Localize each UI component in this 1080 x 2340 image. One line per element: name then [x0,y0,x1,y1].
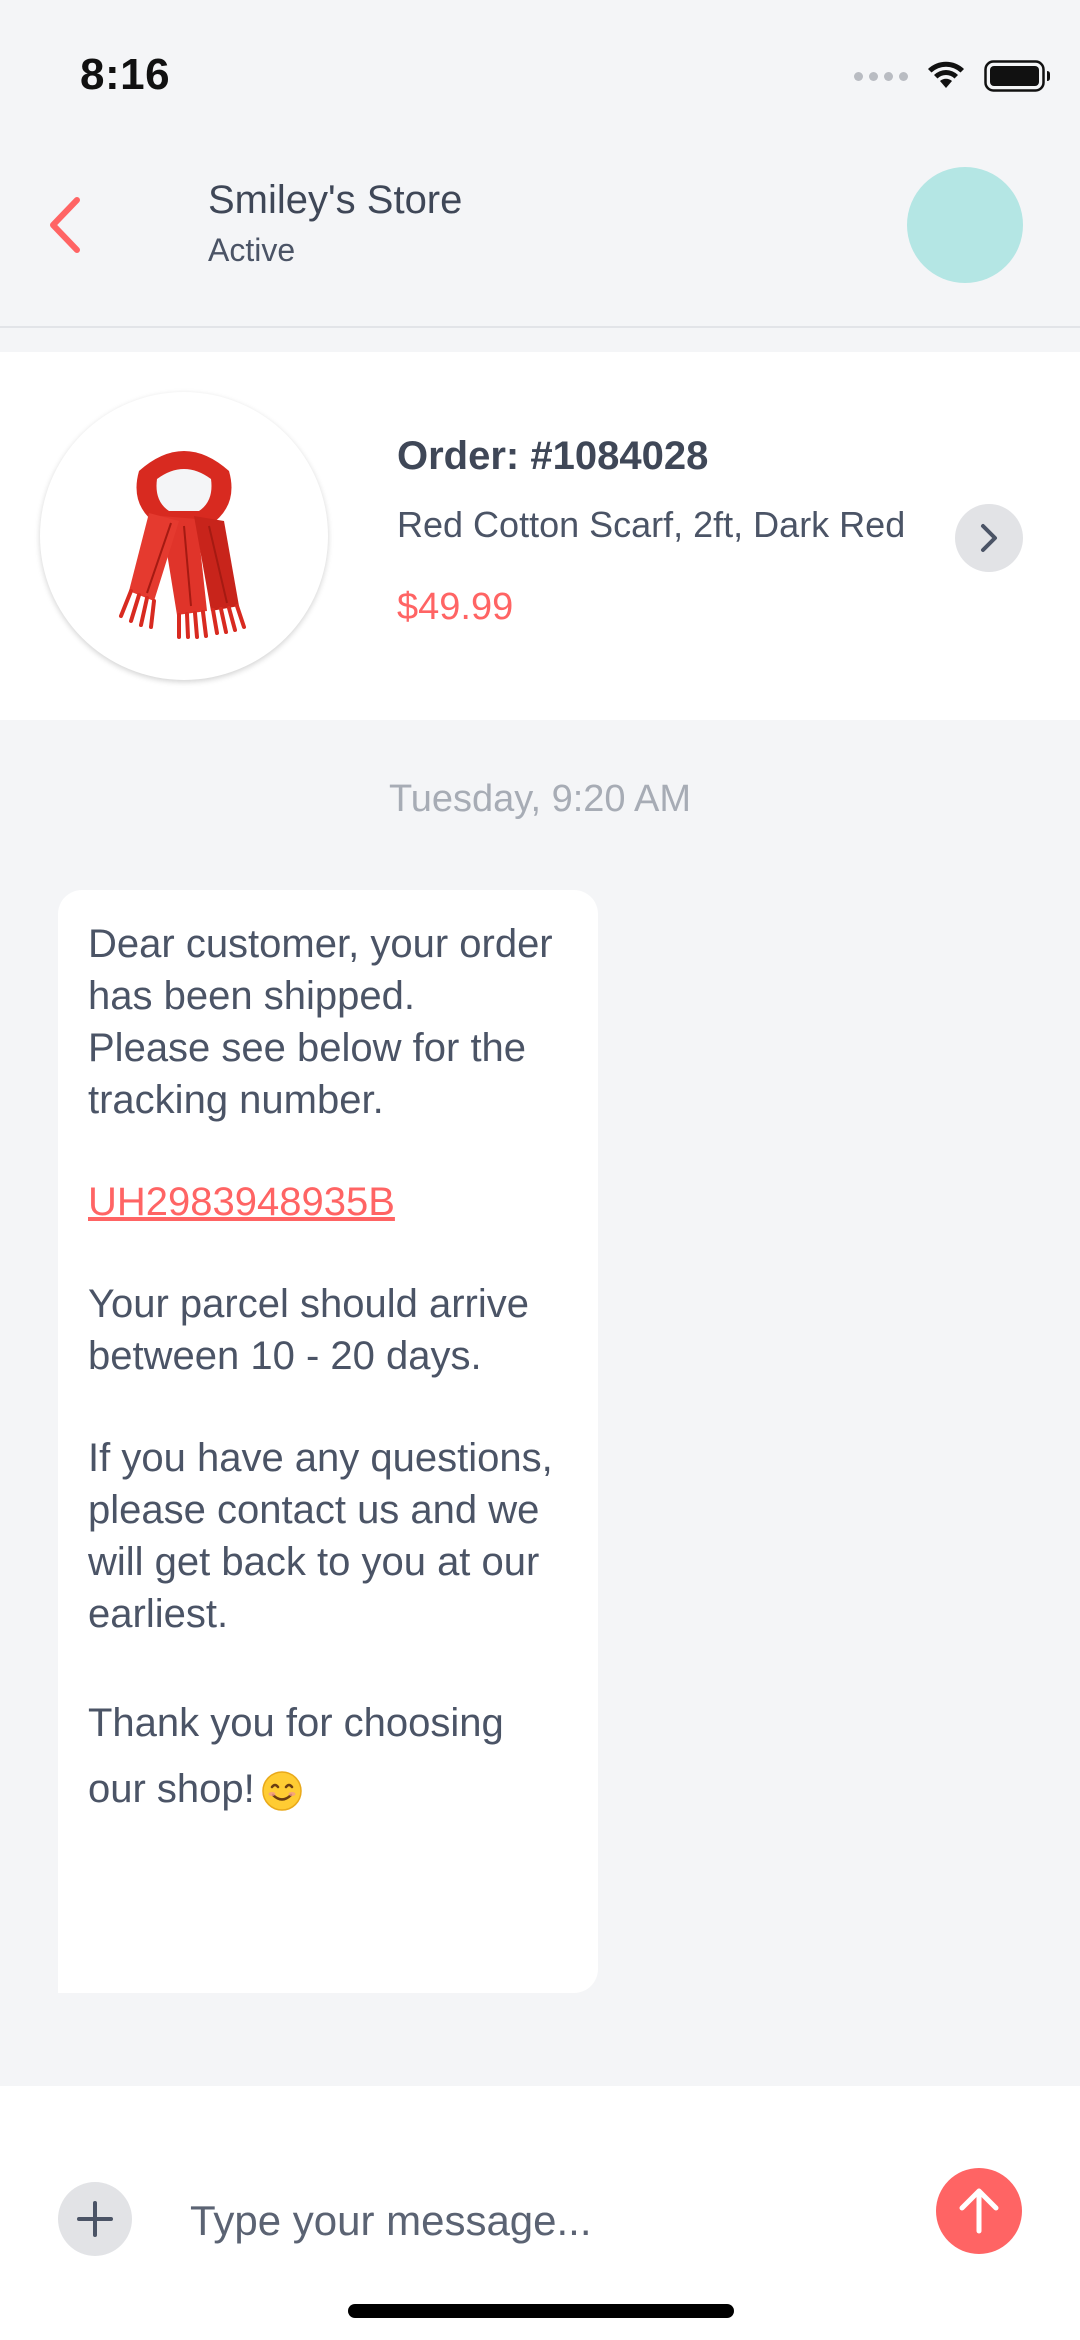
order-price: $49.99 [397,586,514,628]
arrow-up-icon [959,2188,999,2234]
chat-header: Smiley's Store Active [0,150,1080,328]
signal-icon [854,71,908,81]
message-text: If you have any questions, please contac… [88,1436,553,1636]
order-details-button[interactable] [955,504,1023,572]
scarf-image [119,451,246,639]
message-text: Your parcel should arrive between 10 - 2… [88,1282,529,1378]
order-description: Red Cotton Scarf, 2ft, Dark Red [397,504,906,545]
message-text-wrap: Thank you for choosing our shop! [88,1690,568,1822]
chat-screen: 8:16 Smiley's Store Active Order: #10840… [0,0,1080,2340]
product-image [40,392,328,680]
chevron-right-icon [981,524,997,552]
send-button[interactable] [936,2168,1022,2254]
status-time: 8:16 [80,50,171,99]
chevron-left-icon [50,197,80,253]
composer-bar [0,2086,1080,2340]
order-number: Order: #1084028 [397,434,709,478]
wifi-icon [928,61,964,88]
tracking-number-link[interactable]: UH2983948935B [88,1176,395,1228]
message-input[interactable] [190,2186,890,2256]
order-card[interactable]: Order: #1084028 Red Cotton Scarf, 2ft, D… [0,352,1080,720]
status-icons [854,60,1052,92]
home-indicator [348,2304,734,2318]
smiling-face-emoji [262,1771,302,1812]
message-text: Dear customer, your order has been shipp… [88,922,553,1018]
store-status: Active [208,232,296,268]
store-name: Smiley's Store [208,178,463,222]
date-separator: Tuesday, 9:20 AM [388,778,692,820]
message-bubble: Dear customer, your order has been shipp… [58,890,598,1993]
back-button[interactable] [40,190,90,260]
avatar[interactable] [907,167,1023,283]
plus-icon [77,2201,113,2237]
message-text: Please see below for the tracking number… [88,1026,527,1122]
battery-icon [984,60,1050,92]
status-bar: 8:16 [0,0,1080,150]
add-attachment-button[interactable] [58,2182,132,2256]
